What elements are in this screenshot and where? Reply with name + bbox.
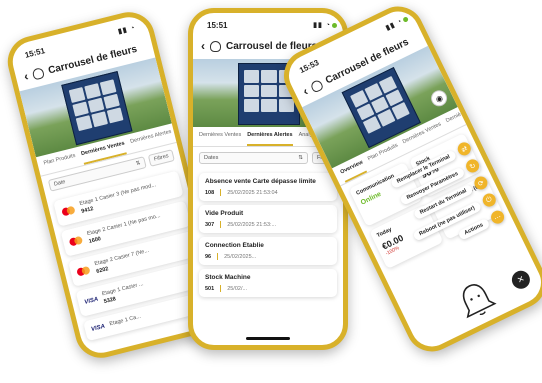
sort-icon: ⇅	[135, 160, 142, 168]
action-label: Actions	[457, 217, 491, 241]
mastercard-icon	[69, 236, 84, 247]
divider	[220, 221, 222, 228]
tab-dernieres-ventes[interactable]: Dernières Ventes	[199, 132, 241, 146]
alert-number: 307	[205, 221, 215, 228]
visa-icon: VISA	[83, 296, 99, 306]
divider	[220, 189, 222, 196]
back-icon[interactable]: ‹	[22, 69, 29, 84]
camera-icon[interactable]: ◉	[428, 87, 450, 109]
alert-date: 25/02/2025 21:53:...	[227, 221, 277, 228]
back-icon[interactable]: ‹	[201, 39, 205, 53]
alert-date: 25/02/...	[227, 285, 248, 292]
visa-icon: VISA	[90, 323, 106, 333]
logo-icon	[309, 78, 324, 94]
kiosk-image	[61, 71, 133, 146]
sort-icon: ⇅	[298, 155, 304, 161]
alert-date: 25/02/2025 21:53:04	[227, 189, 278, 196]
tab-dernieres-alertes[interactable]: Dernières Alertes	[247, 132, 293, 146]
close-icon[interactable]: ×	[508, 267, 533, 292]
date-filter-label: Date	[53, 178, 67, 188]
divider	[217, 253, 219, 260]
time: 15:51	[23, 45, 46, 60]
alert-row[interactable]: Vide Produit 307 25/02/2025 21:53:...	[199, 205, 337, 233]
online-indicator	[332, 23, 337, 28]
back-icon[interactable]: ‹	[301, 84, 311, 98]
alert-row[interactable]: Absence vente Carte dépasse limite 108 25…	[199, 173, 337, 201]
divider	[220, 285, 222, 292]
filters-button[interactable]: Filtres	[147, 149, 175, 167]
mastercard-icon	[61, 206, 76, 217]
mastercard-icon	[76, 266, 91, 277]
home-indicator	[246, 337, 290, 340]
alert-number: 501	[205, 285, 215, 292]
logo-icon	[210, 40, 221, 52]
alert-title: Vide Produit	[205, 210, 244, 217]
date-filter[interactable]: Dates ⇅	[199, 152, 309, 164]
alert-title: Absence vente Carte dépasse limite	[205, 178, 316, 185]
date-filter-label: Dates	[204, 155, 219, 161]
alert-number: 96	[205, 253, 212, 260]
alert-title: Stock Machine	[205, 274, 251, 281]
signal-icon: ▮▮ ◔	[313, 22, 331, 29]
status-bar: 15:51 ▮▮ ◔	[193, 13, 343, 33]
logo-icon	[31, 66, 45, 80]
time: 15:51	[207, 20, 228, 30]
signal-icon: ▮▮ ◔	[117, 24, 137, 36]
alert-number: 108	[205, 189, 215, 196]
bell-icon	[462, 284, 497, 319]
alert-date: 25/02/2025...	[224, 253, 257, 260]
alert-row[interactable]: Connection Établie 96 25/02/2025...	[199, 237, 337, 265]
alert-title: Connection Établie	[205, 242, 264, 249]
alert-row[interactable]: Stock Machine 501 25/02/...	[199, 269, 337, 297]
